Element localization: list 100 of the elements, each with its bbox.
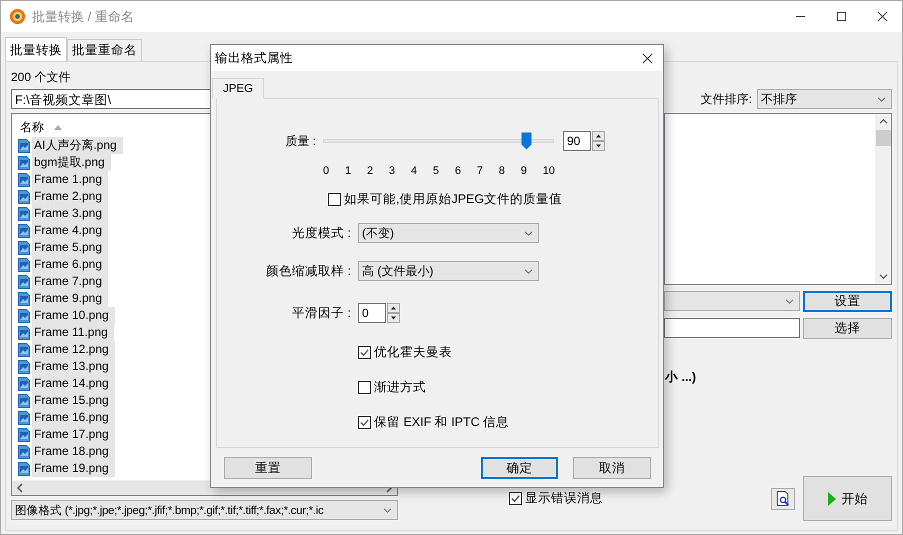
caret-icon bbox=[877, 97, 886, 102]
up-icon[interactable] bbox=[592, 131, 605, 141]
checkbox-label: 保留 EXIF 和 IPTC 信息 bbox=[374, 414, 510, 430]
checkbox[interactable] bbox=[358, 380, 371, 394]
app-icon bbox=[9, 8, 26, 25]
checkbox[interactable] bbox=[328, 192, 341, 206]
file-name[interactable]: Frame 4.png bbox=[32, 222, 108, 239]
checkbox-label: 优化霍夫曼表 bbox=[374, 344, 452, 360]
input-field[interactable] bbox=[664, 318, 800, 338]
caret-icon bbox=[383, 508, 392, 513]
image-file-icon bbox=[18, 360, 30, 374]
file-name[interactable]: Frame 19.png bbox=[32, 460, 115, 477]
browse-button[interactable]: 选择 bbox=[803, 318, 892, 339]
file-count: 200 个文件 bbox=[11, 70, 72, 84]
tab[interactable]: 批量重命名 bbox=[67, 39, 142, 61]
file-name[interactable]: Frame 14.png bbox=[32, 375, 115, 392]
scale-label: 2 bbox=[366, 164, 374, 179]
down-icon[interactable] bbox=[592, 141, 605, 151]
close-icon[interactable] bbox=[877, 11, 888, 22]
file-name[interactable]: bgm提取.png bbox=[32, 154, 111, 171]
file-name[interactable]: Frame 1.png bbox=[32, 171, 108, 188]
option-text: 小 ...) bbox=[664, 369, 698, 386]
dialog-button[interactable]: 取消 bbox=[573, 457, 651, 479]
image-file-icon bbox=[18, 326, 30, 340]
quality-slider[interactable] bbox=[323, 132, 554, 150]
scale-label: 3 bbox=[388, 164, 396, 179]
up-icon[interactable] bbox=[387, 303, 400, 313]
scale-label: 7 bbox=[476, 164, 483, 179]
scale-label: 5 bbox=[432, 164, 439, 179]
scale-label: 0 bbox=[323, 164, 330, 179]
column-header[interactable]: 名称 bbox=[20, 118, 44, 136]
image-file-icon bbox=[18, 376, 30, 390]
file-name[interactable]: Frame 9.png bbox=[32, 290, 108, 307]
subsampling-dropdown[interactable]: 高 (文件最小) bbox=[358, 261, 539, 281]
sort-label: 文件排序: bbox=[700, 90, 752, 108]
scale-label: 10 bbox=[542, 164, 555, 179]
tab[interactable]: JPEG bbox=[212, 78, 264, 99]
image-file-icon bbox=[18, 156, 30, 170]
tab[interactable]: 批量转换 bbox=[5, 37, 67, 61]
preview-button[interactable] bbox=[771, 488, 795, 510]
image-file-icon bbox=[18, 138, 30, 152]
checkbox[interactable] bbox=[358, 416, 371, 428]
luminance-dropdown[interactable]: (不变) bbox=[358, 223, 539, 243]
image-file-icon bbox=[18, 410, 30, 424]
sort-dropdown[interactable]: 不排序 bbox=[757, 89, 892, 109]
dialog-title: 输出格式属性 bbox=[215, 50, 293, 66]
scroll-thumb[interactable] bbox=[876, 130, 890, 146]
file-name[interactable]: Frame 13.png bbox=[32, 358, 115, 375]
image-file-icon bbox=[18, 258, 30, 272]
image-file-icon bbox=[18, 240, 30, 254]
image-file-icon bbox=[18, 342, 30, 356]
scale-label: 6 bbox=[454, 164, 461, 179]
file-name[interactable]: Frame 11.png bbox=[32, 324, 114, 341]
checkbox-label: 如果可能,使用原始JPEG文件的质量值 bbox=[344, 190, 562, 208]
smoothing-label: 平滑因子 : bbox=[291, 304, 352, 322]
file-name[interactable]: Frame 15.png bbox=[32, 392, 115, 409]
image-file-icon bbox=[18, 462, 30, 476]
start-button[interactable]: 开始 bbox=[803, 476, 892, 521]
quality-label: 质量 : bbox=[284, 132, 316, 150]
file-name[interactable]: Frame 18.png bbox=[32, 443, 115, 460]
file-name[interactable]: AI人声分离.png bbox=[32, 137, 123, 154]
image-file-icon bbox=[18, 308, 30, 322]
file-name[interactable]: Frame 16.png bbox=[32, 409, 115, 426]
file-name[interactable]: Frame 12.png bbox=[32, 341, 115, 358]
down-icon[interactable] bbox=[387, 313, 400, 323]
settings-button[interactable]: 设置 bbox=[803, 291, 892, 312]
checkbox-label: 显示错误消息 bbox=[525, 490, 603, 507]
caret-icon bbox=[524, 231, 533, 236]
subsampling-label: 颜色缩减取样 : bbox=[265, 262, 352, 280]
window-title: 批量转换 / 重命名 bbox=[32, 8, 134, 26]
file-name[interactable]: Frame 6.png bbox=[32, 256, 108, 273]
close-icon[interactable] bbox=[642, 52, 653, 64]
scale-label: 4 bbox=[410, 164, 417, 179]
quality-field[interactable]: 90 bbox=[563, 131, 591, 151]
image-file-icon bbox=[18, 172, 30, 186]
smoothing-field[interactable]: 0 bbox=[358, 303, 386, 323]
file-name[interactable]: Frame 5.png bbox=[32, 239, 108, 256]
image-file-icon bbox=[18, 206, 30, 220]
checkbox[interactable] bbox=[358, 346, 371, 358]
maximize-icon[interactable] bbox=[836, 11, 847, 22]
file-name[interactable]: Frame 7.png bbox=[32, 273, 108, 290]
file-name[interactable]: Frame 10.png bbox=[32, 307, 115, 324]
file-name[interactable]: Frame 3.png bbox=[32, 205, 108, 222]
format-dropdown[interactable]: 图像格式 (*.jpg;*.jpe;*.jpeg;*.jfif;*.bmp;*.gif;*.tif;*.tiff;*.fax;*.cur;*.ic bbox=[11, 500, 398, 520]
image-file-icon bbox=[18, 190, 30, 204]
scrollbar[interactable] bbox=[875, 114, 891, 284]
image-file-icon bbox=[18, 428, 30, 442]
image-file-icon bbox=[18, 274, 30, 288]
preview-icon bbox=[776, 490, 790, 506]
image-file-icon bbox=[18, 394, 30, 408]
image-file-icon bbox=[18, 292, 30, 306]
luminance-label: 光度模式 : bbox=[291, 224, 352, 242]
dialog-button[interactable]: 重置 bbox=[224, 457, 312, 479]
file-name[interactable]: Frame 17.png bbox=[32, 426, 115, 443]
scale-label: 8 bbox=[498, 164, 505, 179]
checkbox[interactable] bbox=[509, 492, 522, 505]
dialog-button[interactable]: 确定 bbox=[481, 457, 558, 479]
file-name[interactable]: Frame 2.png bbox=[32, 188, 108, 205]
slider-thumb[interactable] bbox=[521, 132, 532, 150]
play-icon bbox=[828, 492, 836, 506]
